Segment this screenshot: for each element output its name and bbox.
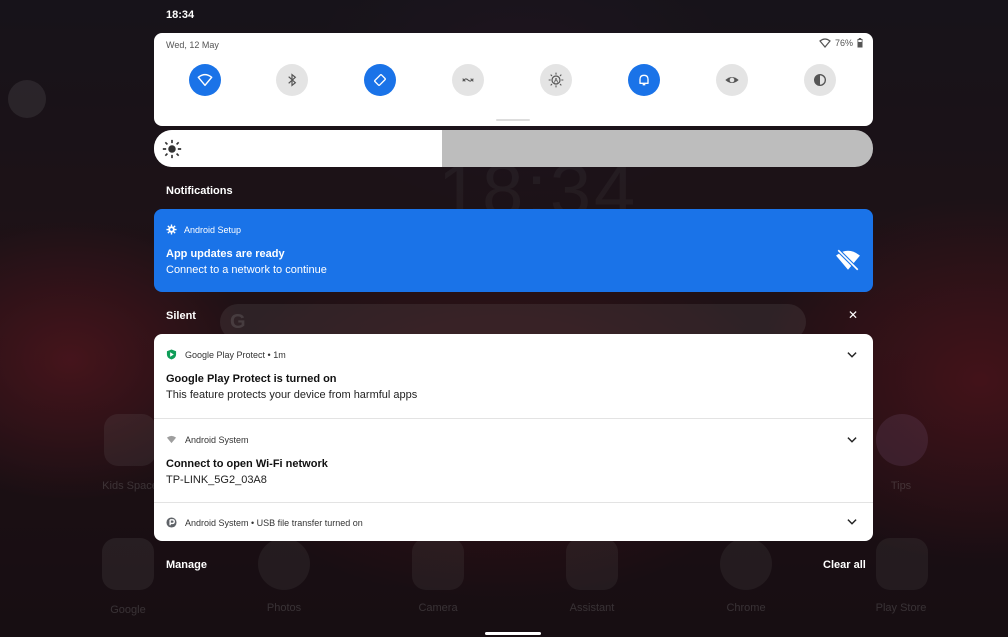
manage-button[interactable]: Manage (166, 559, 207, 571)
eye-comfort-tile[interactable] (716, 64, 748, 96)
battery-icon (857, 38, 863, 48)
brightness-slider-fill (154, 130, 442, 167)
notification-text: Connect to a network to continue (166, 264, 327, 276)
nfc-icon (462, 78, 474, 82)
auto-rotate-tile[interactable] (364, 64, 396, 96)
nfc-tile[interactable] (452, 64, 484, 96)
notification-app-name: Google Play Protect • 1m (185, 349, 286, 360)
bell-icon (639, 74, 649, 86)
play-protect-notification[interactable]: Google Play Protect • 1m Google Play Pro… (154, 334, 873, 418)
android-setup-notification[interactable]: Android Setup App updates are ready Conn… (154, 209, 873, 292)
qs-status-icons: 76% (819, 38, 863, 48)
wifi-status-icon (819, 38, 831, 48)
notification-app-name: Android System (185, 434, 249, 445)
auto-brightness-tile[interactable]: A (540, 64, 572, 96)
notification-app-name: Android Setup (184, 224, 242, 235)
status-bar-clock: 18:34 (166, 9, 195, 21)
notification-title: App updates are ready (166, 248, 285, 260)
notification-header: Android System • USB file transfer turne… (166, 517, 363, 528)
brightness-slider[interactable] (154, 130, 873, 167)
contrast-icon (814, 74, 826, 86)
notification-text: TP-LINK_5G2_03A8 (166, 474, 267, 486)
wifi-off-icon[interactable] (835, 247, 861, 273)
wifi-network-notification[interactable]: Android System Connect to open Wi-Fi net… (154, 419, 873, 502)
shield-icon (166, 349, 177, 360)
close-icon[interactable]: ✕ (845, 307, 861, 323)
qs-expand-handle[interactable] (496, 119, 530, 121)
chevron-down-icon[interactable] (845, 348, 859, 362)
qs-date[interactable]: Wed, 12 May (166, 40, 219, 50)
rotate-icon (374, 74, 386, 86)
dark-theme-tile[interactable] (804, 64, 836, 96)
notification-title: Connect to open Wi-Fi network (166, 458, 328, 470)
notifications-header: Notifications (166, 185, 233, 197)
bluetooth-tile[interactable] (276, 64, 308, 96)
usb-transfer-notification[interactable]: Android System • USB file transfer turne… (154, 503, 873, 541)
chevron-down-icon[interactable] (845, 433, 859, 447)
notification-header: Google Play Protect • 1m (166, 349, 286, 360)
notification-header: Android Setup (166, 224, 241, 235)
wifi-icon (197, 73, 213, 87)
clear-all-button[interactable]: Clear all (823, 559, 866, 571)
auto-brightness-icon: A (548, 72, 564, 88)
bluetooth-icon (288, 73, 297, 87)
svg-text:A: A (554, 78, 559, 84)
battery-percent: 76% (834, 38, 853, 48)
android-system-icon (166, 517, 177, 528)
notification-header: Android System (166, 434, 249, 445)
notification-text: This feature protects your device from h… (166, 389, 418, 401)
quick-settings-panel: Wed, 12 May 76% A (154, 33, 873, 126)
notification-app-name: Android System • USB file transfer turne… (185, 517, 363, 528)
chevron-down-icon[interactable] (845, 515, 859, 529)
wifi-tile[interactable] (189, 64, 221, 96)
sun-icon (162, 139, 182, 159)
gear-icon (166, 224, 177, 235)
wifi-icon (166, 435, 177, 444)
do-not-disturb-tile[interactable] (628, 64, 660, 96)
notification-title: Google Play Protect is turned on (166, 373, 337, 385)
eye-icon (725, 77, 739, 83)
gesture-nav-handle[interactable] (485, 632, 541, 635)
silent-header: Silent (166, 310, 196, 322)
